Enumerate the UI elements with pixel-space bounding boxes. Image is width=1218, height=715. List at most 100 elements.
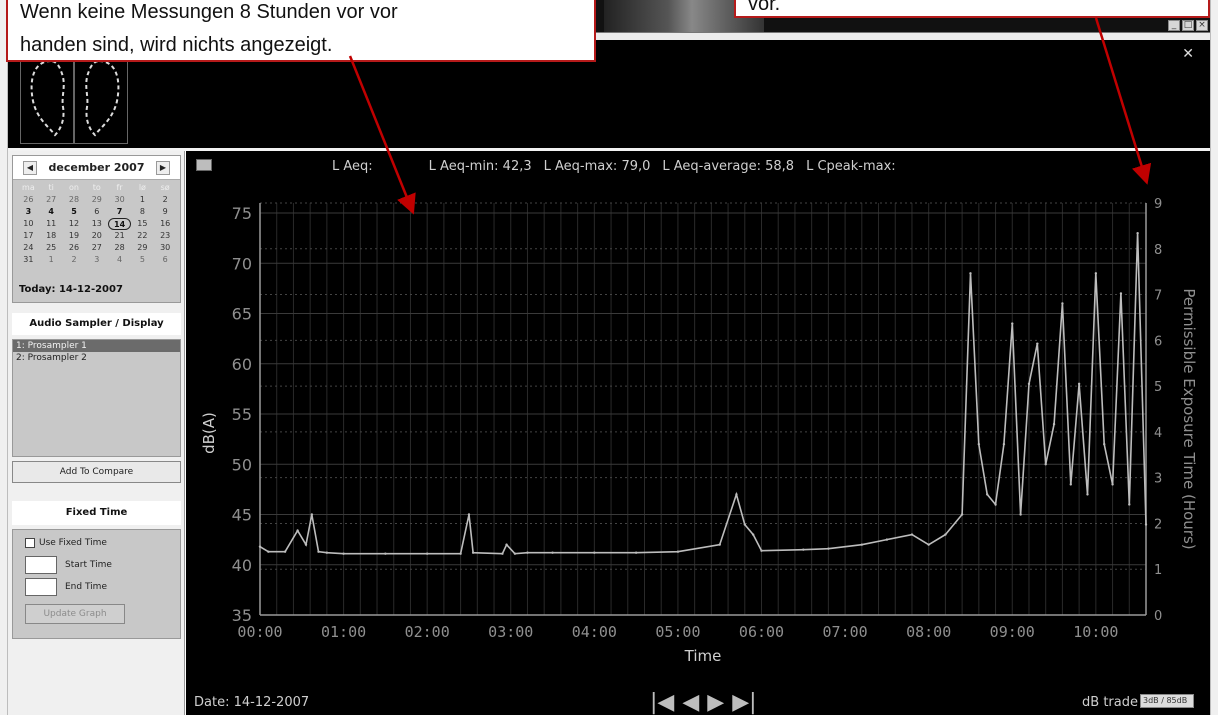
calendar-day[interactable]: 12: [63, 218, 86, 230]
sampler-list-item[interactable]: 2: Prosampler 2: [13, 352, 180, 364]
series-point: [994, 503, 997, 506]
start-time-input[interactable]: [25, 556, 57, 574]
calendar-day[interactable]: 24: [17, 242, 40, 254]
y2-tick-label: 0: [1154, 609, 1162, 624]
calendar-day[interactable]: 4: [108, 254, 131, 266]
series-point: [1128, 503, 1131, 506]
weekday-label: sø: [160, 183, 170, 192]
calendar-day[interactable]: 1: [40, 254, 63, 266]
calendar-day[interactable]: 11: [40, 218, 63, 230]
lcpeak-max-value: L Cpeak-max:: [806, 159, 896, 174]
series-point: [1027, 382, 1031, 386]
end-time-input[interactable]: [25, 578, 57, 596]
calendar-day[interactable]: 13: [85, 218, 108, 230]
calendar-day[interactable]: 26: [17, 194, 40, 206]
series-point: [342, 552, 345, 555]
calendar-weekday-row: ma ti on to fr lø sø: [17, 182, 177, 194]
calendar-day[interactable]: 19: [63, 230, 86, 242]
use-fixed-time-label: Use Fixed Time: [39, 538, 107, 548]
calendar-day[interactable]: 6: [154, 254, 177, 266]
series-point: [505, 543, 508, 546]
calendar-day[interactable]: 29: [85, 194, 108, 206]
y2-tick-label: 2: [1154, 517, 1162, 532]
update-graph-button[interactable]: Update Graph: [25, 604, 125, 624]
prev-page-icon[interactable]: ◀: [682, 692, 699, 714]
calendar-day[interactable]: 28: [108, 242, 131, 254]
close-icon[interactable]: ✕: [1182, 46, 1194, 62]
use-fixed-time-checkbox[interactable]: [25, 538, 35, 548]
calendar-day[interactable]: 23: [154, 230, 177, 242]
first-page-icon[interactable]: |◀: [650, 692, 674, 714]
series-point: [1052, 422, 1056, 426]
db-trade-select[interactable]: 3dB / 85dB: [1140, 694, 1194, 708]
laeq-max-value: L Aeq-max: 79,0: [543, 159, 651, 174]
calendar-day[interactable]: 20: [85, 230, 108, 242]
series-point: [1077, 382, 1081, 386]
calendar-day[interactable]: 21: [108, 230, 131, 242]
calendar-week-row: 17 18 19 20 21 22 23: [17, 230, 177, 242]
folder-icon[interactable]: [196, 159, 212, 171]
left-ear-icon[interactable]: [20, 48, 74, 144]
calendar-day[interactable]: 27: [40, 194, 63, 206]
calendar-day[interactable]: 7: [108, 206, 131, 218]
close-button[interactable]: ×: [1196, 20, 1208, 31]
calendar-day[interactable]: 30: [108, 194, 131, 206]
x-tick-label: 08:00: [906, 623, 951, 641]
series-point: [751, 533, 755, 536]
calendar-day[interactable]: 4: [40, 206, 63, 218]
calendar-day[interactable]: 16: [154, 218, 177, 230]
calendar-day[interactable]: 27: [85, 242, 108, 254]
calendar-day[interactable]: 15: [131, 218, 154, 230]
x-tick-label: 06:00: [739, 623, 784, 641]
calendar-today-link[interactable]: Today: 14-12-2007: [19, 284, 123, 295]
calendar-day[interactable]: 1: [131, 194, 154, 206]
x-axis-label: Time: [684, 647, 722, 665]
series-point: [1061, 302, 1064, 305]
calendar-day[interactable]: 22: [131, 230, 154, 242]
series-point: [1002, 442, 1006, 446]
calendar-day[interactable]: 17: [17, 230, 40, 242]
annotation-callout-right: vor.: [734, 0, 1210, 18]
calendar-day-selected[interactable]: 14: [108, 218, 131, 230]
series-point: [960, 513, 964, 516]
series-point: [1094, 272, 1098, 275]
calendar-day[interactable]: 3: [85, 254, 108, 266]
series-point: [1103, 442, 1106, 446]
sampler-list-item-selected[interactable]: 1: Prosampler 1: [13, 340, 180, 352]
calendar-day[interactable]: 25: [40, 242, 63, 254]
calendar-day[interactable]: 2: [63, 254, 86, 266]
calendar-week-row: 26 27 28 29 30 1 2: [17, 194, 177, 206]
series-line: [259, 233, 1147, 555]
calendar-day[interactable]: 10: [17, 218, 40, 230]
series-point: [760, 549, 763, 552]
calendar-day[interactable]: 30: [154, 242, 177, 254]
series-point: [384, 552, 387, 555]
calendar-grid: ma ti on to fr lø sø 26 27 28 29 30 1 2: [17, 182, 177, 278]
series-point: [267, 550, 270, 553]
calendar-day[interactable]: 29: [131, 242, 154, 254]
add-to-compare-button[interactable]: Add To Compare: [12, 461, 181, 483]
restore-button[interactable]: □: [1182, 20, 1194, 31]
laeq-min-value: L Aeq-min: 42,3: [428, 159, 532, 174]
calendar-next-month-button[interactable]: ▶: [156, 161, 170, 175]
calendar-day[interactable]: 5: [63, 206, 86, 218]
calendar-day[interactable]: 26: [63, 242, 86, 254]
calendar-day[interactable]: 31: [17, 254, 40, 266]
calendar-day[interactable]: 9: [154, 206, 177, 218]
calendar-day[interactable]: 6: [85, 206, 108, 218]
last-page-icon[interactable]: ▶|: [732, 692, 756, 714]
series-point: [1036, 342, 1039, 345]
next-page-icon[interactable]: ▶: [707, 692, 724, 714]
calendar-day[interactable]: 5: [131, 254, 154, 266]
right-ear-icon[interactable]: [74, 48, 128, 144]
series-point: [501, 552, 504, 555]
calendar-prev-month-button[interactable]: ◀: [23, 161, 37, 175]
minimize-button[interactable]: _: [1168, 20, 1180, 31]
calendar-day[interactable]: 3: [17, 206, 40, 218]
calendar-day[interactable]: 18: [40, 230, 63, 242]
calendar: ◀ december 2007 ▶ ma ti on to fr lø sø 2…: [12, 155, 181, 303]
calendar-day[interactable]: 2: [154, 194, 177, 206]
calendar-day[interactable]: 8: [131, 206, 154, 218]
calendar-day[interactable]: 28: [63, 194, 86, 206]
x-tick-label: 01:00: [321, 623, 366, 641]
